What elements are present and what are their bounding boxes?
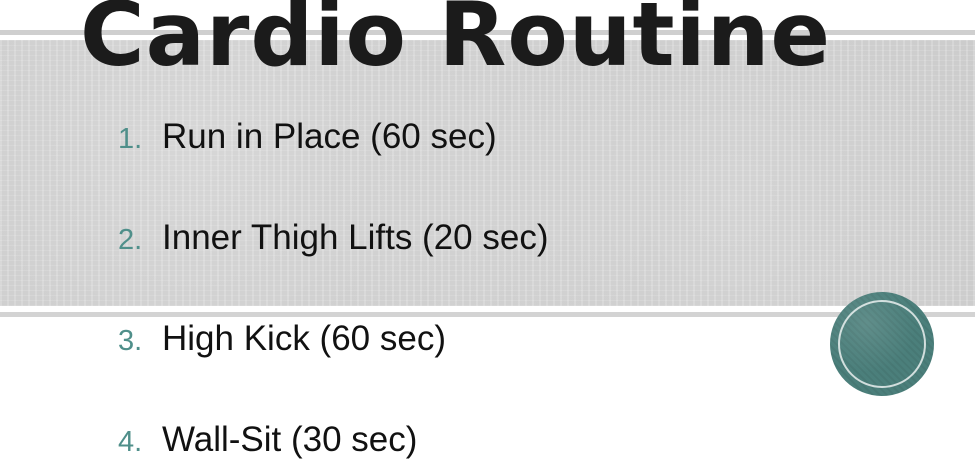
list-item-text: High Kick (60 sec) [162,319,446,358]
list-item-text: Run in Place (60 sec) [162,117,497,156]
slide-title: Cardio Routine [80,0,832,86]
list-item-text: Inner Thigh Lifts (20 sec) [162,218,549,257]
list-item-number: 2. [118,224,143,256]
list-item: 3. High Kick (60 sec) [118,316,446,362]
list-item-text: Wall-Sit (30 sec) [162,420,418,459]
list-item: 4. Wall-Sit (30 sec) [118,417,417,463]
badge-ring [838,300,926,388]
list-item: 2. Inner Thigh Lifts (20 sec) [118,215,549,261]
slide: Cardio Routine 1. Run in Place (60 sec) 2… [0,0,975,464]
list-item-number: 3. [118,325,143,357]
list-item-number: 1. [118,123,143,155]
decorative-circle-badge [830,292,934,396]
list-item-number: 4. [118,426,143,458]
list-item: 1. Run in Place (60 sec) [118,114,497,160]
